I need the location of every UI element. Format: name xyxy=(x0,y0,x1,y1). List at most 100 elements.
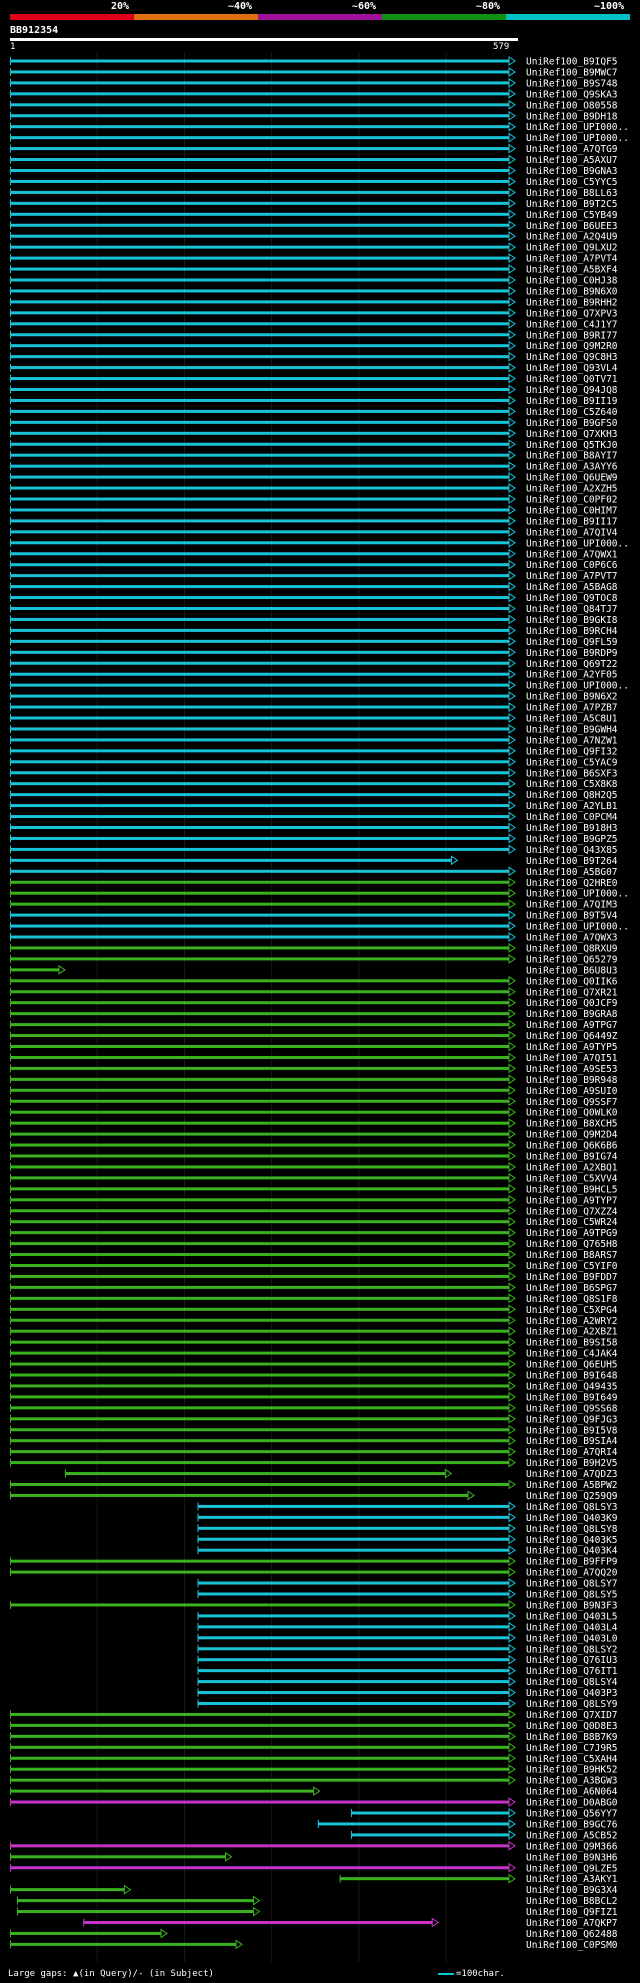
hit-bar[interactable] xyxy=(197,1504,509,1508)
hit-id-label[interactable]: UniRef100_A5C8U1 xyxy=(526,714,618,725)
hit-id-label[interactable]: UniRef100_B9GKI8 xyxy=(526,615,618,626)
hit-id-label[interactable]: UniRef100_B9H2V5 xyxy=(526,1458,618,1469)
hit-id-label[interactable]: UniRef100_B8B7K9 xyxy=(526,1732,618,1743)
hit-bar[interactable] xyxy=(10,212,509,216)
hit-id-label[interactable]: UniRef100_B9R948 xyxy=(526,1075,618,1086)
hit-id-label[interactable]: UniRef100_Q6449Z xyxy=(526,1031,618,1042)
hit-row[interactable]: UniRef100_Q56YY7 xyxy=(351,1808,618,1820)
hit-bar[interactable] xyxy=(10,322,509,326)
hit-id-label[interactable]: UniRef100_C0PSM0 xyxy=(526,1940,618,1951)
hit-row[interactable]: UniRef100_B9N3H6 xyxy=(10,1851,618,1863)
hit-id-label[interactable]: UniRef100_B9DH18 xyxy=(526,111,618,122)
hit-row[interactable]: UniRef100_B9IQF5 xyxy=(10,56,618,68)
hit-id-label[interactable]: UniRef100_A9TYP5 xyxy=(526,1042,618,1053)
hit-bar[interactable] xyxy=(10,683,509,687)
hit-bar[interactable] xyxy=(10,913,509,917)
hit-id-label[interactable]: UniRef100_O80558 xyxy=(526,100,618,111)
hit-id-label[interactable]: UniRef100_Q9SSF7 xyxy=(526,1097,618,1108)
hit-id-label[interactable]: UniRef100_A7QRI4 xyxy=(526,1447,618,1458)
hit-bar[interactable] xyxy=(10,201,509,205)
hit-id-label[interactable]: UniRef100_C5XAH4 xyxy=(526,1754,618,1765)
hit-row[interactable]: UniRef100_A3AKY1 xyxy=(339,1873,618,1885)
hit-row[interactable]: UniRef100_Q2HRE0 xyxy=(10,877,618,889)
hit-bar[interactable] xyxy=(10,300,509,304)
hit-row[interactable]: UniRef100_Q5TKJ0 xyxy=(10,439,618,451)
hit-row[interactable]: UniRef100_Q7XZZ4 xyxy=(10,1205,618,1217)
hit-row[interactable]: UniRef100_UPI000.. xyxy=(10,121,629,133)
hit-id-label[interactable]: UniRef100_UPI000.. xyxy=(526,681,629,692)
hit-id-label[interactable]: UniRef100_C4JAK4 xyxy=(526,1349,618,1360)
hit-bar[interactable] xyxy=(10,650,509,654)
hit-row[interactable]: UniRef100_B6U8U3 xyxy=(10,964,618,976)
hit-bar[interactable] xyxy=(10,1723,509,1727)
hit-row[interactable]: UniRef100_Q9M366 xyxy=(10,1840,618,1852)
hit-bar[interactable] xyxy=(10,957,509,961)
hit-bar[interactable] xyxy=(10,1461,509,1465)
hit-id-label[interactable]: UniRef100_A2YLB1 xyxy=(526,801,618,812)
hit-bar[interactable] xyxy=(10,1888,125,1892)
hit-id-label[interactable]: UniRef100_A9TYP7 xyxy=(526,1195,618,1206)
hit-row[interactable]: UniRef100_C0PCM4 xyxy=(10,811,618,823)
hit-id-label[interactable]: UniRef100_B9I648 xyxy=(526,1371,618,1382)
hit-bar[interactable] xyxy=(10,1088,509,1092)
hit-row[interactable]: UniRef100_UPI000.. xyxy=(10,921,629,933)
hit-row[interactable]: UniRef100_Q8LSY9 xyxy=(197,1698,618,1710)
hit-bar[interactable] xyxy=(10,705,509,709)
hit-row[interactable]: UniRef100_B9SI58 xyxy=(10,1337,618,1349)
hit-bar[interactable] xyxy=(10,836,509,840)
hit-bar[interactable] xyxy=(10,333,509,337)
hit-bar[interactable] xyxy=(10,366,509,370)
hit-id-label[interactable]: UniRef100_B9II17 xyxy=(526,516,618,527)
hit-row[interactable]: UniRef100_B8AYI7 xyxy=(10,450,618,462)
hit-id-label[interactable]: UniRef100_A7PZB7 xyxy=(526,703,618,714)
hit-id-label[interactable]: UniRef100_A9TPG7 xyxy=(526,1020,618,1031)
hit-bar[interactable] xyxy=(10,607,509,610)
hit-bar[interactable] xyxy=(10,1329,509,1333)
hit-bar[interactable] xyxy=(10,508,509,512)
hit-id-label[interactable]: UniRef100_B9GPZ5 xyxy=(526,834,618,845)
hit-id-label[interactable]: UniRef100_Q403L4 xyxy=(526,1622,618,1633)
hit-id-label[interactable]: UniRef100_Q9FI32 xyxy=(526,746,618,757)
hit-bar[interactable] xyxy=(10,147,509,151)
hit-row[interactable]: UniRef100_C0HJ38 xyxy=(10,275,618,287)
hit-id-label[interactable]: UniRef100_Q403K9 xyxy=(526,1513,618,1524)
hit-bar[interactable] xyxy=(10,158,509,162)
hit-row[interactable]: UniRef100_B9DH18 xyxy=(10,110,618,122)
hit-bar[interactable] xyxy=(351,1811,509,1815)
hit-bar[interactable] xyxy=(10,716,509,720)
hit-bar[interactable] xyxy=(10,1340,509,1344)
hit-id-label[interactable]: UniRef100_Q259Q9 xyxy=(526,1491,618,1502)
hit-id-label[interactable]: UniRef100_Q8LSY5 xyxy=(526,1590,618,1601)
hit-bar[interactable] xyxy=(10,1121,509,1125)
hit-row[interactable]: UniRef100_Q84TJ7 xyxy=(10,603,618,615)
hit-id-label[interactable]: UniRef100_Q0TV71 xyxy=(526,374,618,385)
hit-bar[interactable] xyxy=(10,1066,509,1070)
hit-bar[interactable] xyxy=(10,1253,509,1257)
hit-bar[interactable] xyxy=(10,639,509,643)
hit-row[interactable]: UniRef100_Q8LSY5 xyxy=(197,1589,618,1601)
hit-row[interactable]: UniRef100_A3BGW3 xyxy=(10,1775,618,1787)
hit-row[interactable]: UniRef100_A7QWX1 xyxy=(10,548,618,560)
hit-id-label[interactable]: UniRef100_A2XBZ1 xyxy=(526,1327,618,1338)
hit-bar[interactable] xyxy=(197,1526,509,1530)
hit-row[interactable]: UniRef100_A7PZB7 xyxy=(10,702,618,714)
hit-bar[interactable] xyxy=(10,1362,509,1366)
hit-bar[interactable] xyxy=(10,1209,509,1213)
hit-row[interactable]: UniRef100_Q0D8E3 xyxy=(10,1720,618,1732)
hit-bar[interactable] xyxy=(10,1034,509,1038)
hit-id-label[interactable]: UniRef100_Q49435 xyxy=(526,1381,618,1392)
hit-bar[interactable] xyxy=(197,1614,509,1618)
hit-row[interactable]: UniRef100_B9RDP9 xyxy=(10,647,618,659)
hit-id-label[interactable]: UniRef100_B918H3 xyxy=(526,823,618,834)
hit-bar[interactable] xyxy=(10,727,509,731)
hit-bar[interactable] xyxy=(10,464,509,468)
hit-row[interactable]: UniRef100_Q8LSY7 xyxy=(197,1578,618,1590)
hit-bar[interactable] xyxy=(10,245,509,249)
hit-bar[interactable] xyxy=(10,1417,509,1421)
hit-id-label[interactable]: UniRef100_B9HK52 xyxy=(526,1765,618,1776)
hit-bar[interactable] xyxy=(10,1931,161,1935)
hit-row[interactable]: UniRef100_B6UEE3 xyxy=(10,220,618,232)
hit-bar[interactable] xyxy=(197,1658,509,1662)
hit-id-label[interactable]: UniRef100_Q7XPV3 xyxy=(526,308,618,319)
hit-bar[interactable] xyxy=(339,1877,509,1881)
